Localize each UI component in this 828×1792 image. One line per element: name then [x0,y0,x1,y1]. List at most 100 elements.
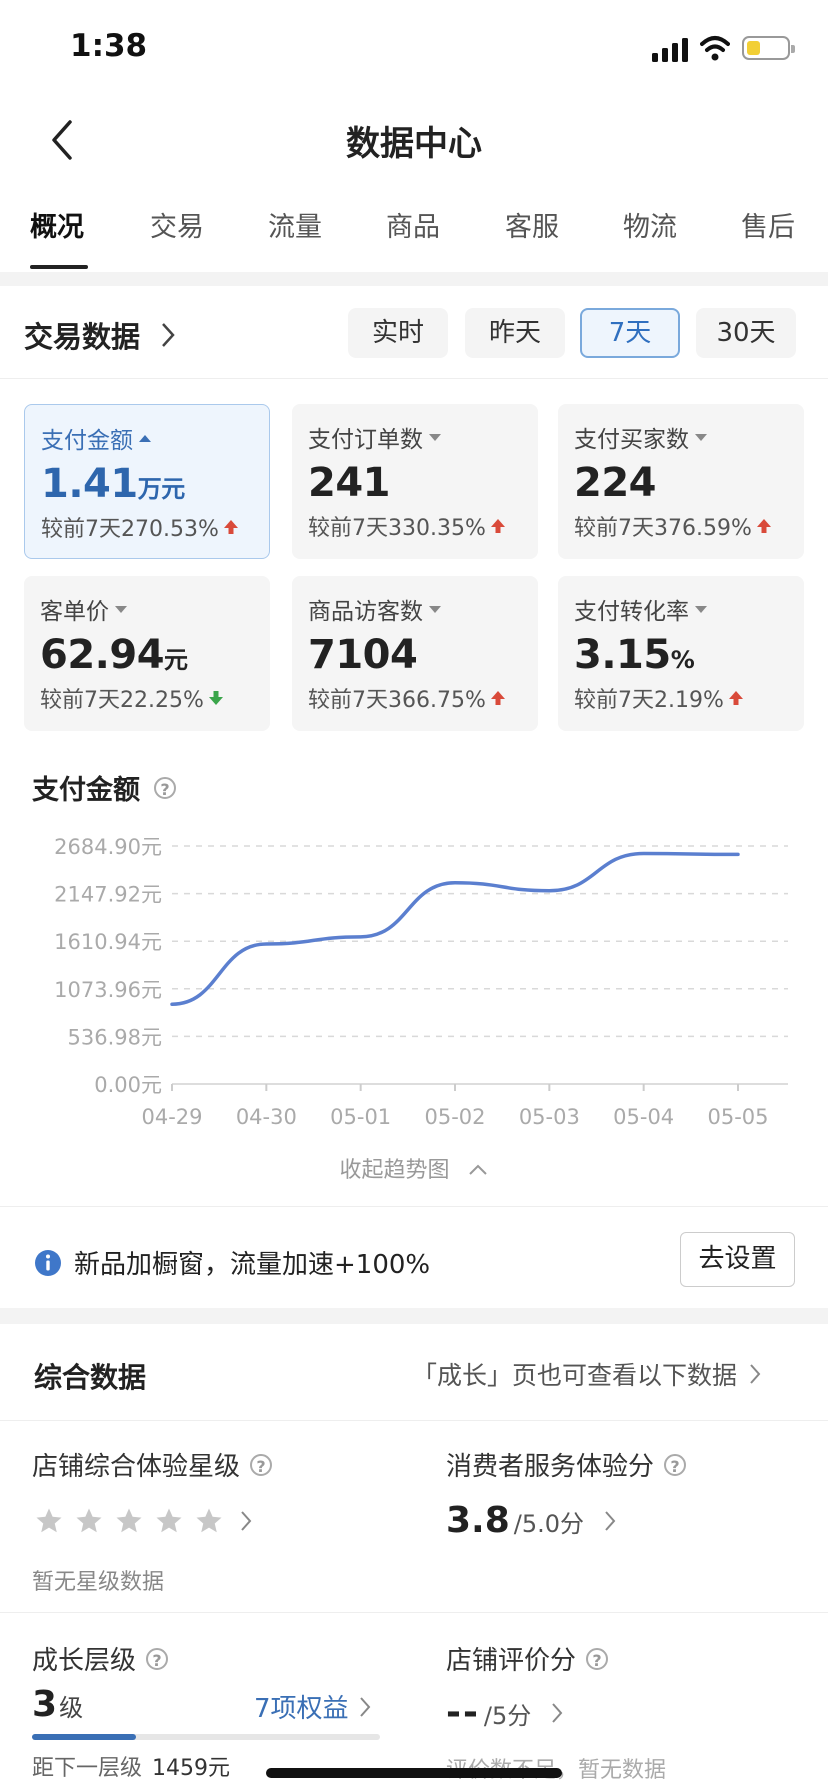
status-time: 1:38 [70,28,148,64]
growth-level-value: 3 [32,1684,58,1725]
notice-text: 新品加橱窗，流量加速+100% [74,1250,431,1280]
star-icon [76,1508,102,1533]
metric-card[interactable]: 支付订单数 241 较前7天330.35% [292,404,538,559]
metric-value: 1.41 [41,461,138,507]
divider [0,1206,828,1207]
tab-overview[interactable]: 概况 [30,205,84,244]
section-divider [0,1308,828,1324]
metric-compare: 较前7天270.53% [41,517,219,542]
x-tick-label: 04-30 [236,1105,297,1129]
trade-section-header[interactable]: 交易数据 [24,314,176,356]
service-score-value: 3.8 [446,1500,510,1541]
x-tick-label: 05-04 [613,1105,674,1129]
go-setting-button[interactable]: 去设置 [680,1232,795,1287]
period-30days[interactable]: 30天 [696,308,796,358]
service-score-label-row: 消费者服务体验分 ? [446,1446,687,1483]
metric-compare: 较前7天376.59% [574,516,752,541]
star-icon [196,1508,222,1533]
growth-page-link[interactable]: 「成长」页也可查看以下数据 [412,1356,761,1392]
metric-label-text: 支付转化率 [574,599,689,625]
metric-label: 支付金额 [41,421,253,455]
help-icon[interactable]: ? [154,776,176,799]
metric-card[interactable]: 支付转化率 3.15% 较前7天2.19% [558,576,804,731]
growth-level-unit: 级 [59,1694,84,1722]
chevron-right-icon [552,1703,563,1723]
metric-card[interactable]: 客单价 62.94元 较前7天22.25% [24,576,270,731]
tab-service[interactable]: 客服 [505,205,559,244]
store-experience-label-row: 店铺综合体验星级 ? [32,1446,273,1483]
chart-header: 支付金额 ? [32,768,176,807]
y-tick-label: 1073.96元 [54,978,162,1002]
chevron-right-icon [241,1511,252,1531]
benefits-link[interactable]: 7项权益 [254,1688,371,1725]
tab-traffic[interactable]: 流量 [268,205,322,244]
caret-down-icon [115,605,127,613]
service-score-label: 消费者服务体验分 [446,1452,655,1482]
section-divider [0,272,828,286]
next-level-label: 距下一层级 [32,1756,143,1781]
overall-section-title: 综合数据 [34,1361,147,1394]
metric-label: 支付转化率 [574,592,788,626]
payment-amount-chart: 0.00元 536.98元 1073.96元 1610.94元 2147.92元 2684… [54,835,788,1129]
metric-card[interactable]: 支付金额 1.41万元较前7天270.53% [24,404,270,559]
tab-logistics[interactable]: 物流 [623,205,677,244]
metric-value: 7104 [308,632,418,678]
growth-progress-bar [32,1734,380,1740]
divider [0,1420,828,1421]
tab-trade[interactable]: 交易 [150,205,204,244]
store-rating-label-row: 店铺评价分 ? [446,1640,609,1677]
chevron-right-icon [605,1511,616,1531]
metric-value-row: 3.15% [574,632,788,678]
x-tick-label: 05-01 [330,1105,391,1129]
tab-bar: 概况 交易 流量 商品 客服 物流 售后 [0,205,828,269]
series-line [170,851,740,1006]
help-icon[interactable]: ? [146,1647,169,1670]
metric-label-text: 支付买家数 [574,427,689,453]
metric-label: 客单价 [40,592,254,626]
metric-value: 62.94 [40,632,165,678]
metric-compare-row: 较前7天366.75% [308,682,522,714]
growth-level-label-row: 成长层级 ? [32,1640,169,1677]
y-tick-label: 1610.94元 [54,930,162,954]
metric-card[interactable]: 商品访客数 7104 较前7天366.75% [292,576,538,731]
star-rating[interactable] [34,1506,252,1536]
tab-aftersale[interactable]: 售后 [741,205,795,244]
star-icon [36,1508,62,1533]
growth-level-label: 成长层级 [32,1646,137,1676]
collapse-chart-toggle[interactable]: 收起趋势图 [0,1152,828,1184]
arrow-up-icon [490,519,505,533]
help-icon[interactable]: ? [250,1453,273,1476]
metric-value-row: 1.41万元 [41,461,253,507]
service-score[interactable]: 3.8 /5.0分 [446,1500,616,1541]
caret-down-icon [695,433,707,441]
metric-value-row: 224 [574,460,788,506]
metric-value-row: 7104 [308,632,522,678]
metric-value-row: 62.94元 [40,632,254,678]
metric-compare: 较前7天330.35% [308,516,486,541]
period-yesterday[interactable]: 昨天 [465,308,565,358]
metric-card[interactable]: 支付买家数 224 较前7天376.59% [558,404,804,559]
help-icon[interactable]: ? [586,1647,609,1670]
chart-title: 支付金额 [32,775,140,806]
metric-compare-row: 较前7天270.53% [41,511,253,543]
period-realtime[interactable]: 实时 [348,308,448,358]
metric-compare-row: 较前7天376.59% [574,510,788,542]
store-rating[interactable]: -- /5分 [446,1692,563,1733]
metric-value: 3.15 [574,632,671,678]
metric-compare: 较前7天366.75% [308,688,486,713]
metric-label-text: 支付订单数 [308,427,423,453]
metric-compare-row: 较前7天2.19% [574,682,788,714]
metric-label: 支付买家数 [574,420,788,454]
tab-goods[interactable]: 商品 [386,205,440,244]
caret-down-icon [695,605,707,613]
arrow-up-icon [728,691,743,705]
no-star-data-text: 暂无星级数据 [32,1570,165,1595]
growth-link-text: 「成长」页也可查看以下数据 [412,1361,738,1390]
help-icon[interactable]: ? [664,1453,687,1476]
x-tick-label: 05-02 [424,1105,485,1129]
period-7days[interactable]: 7天 [580,308,680,358]
y-tick-label: 536.98元 [68,1025,162,1049]
caret-down-icon [429,605,441,613]
notice-row: 新品加橱窗，流量加速+100% [34,1244,430,1281]
next-level-value: 1459元 [152,1756,231,1781]
